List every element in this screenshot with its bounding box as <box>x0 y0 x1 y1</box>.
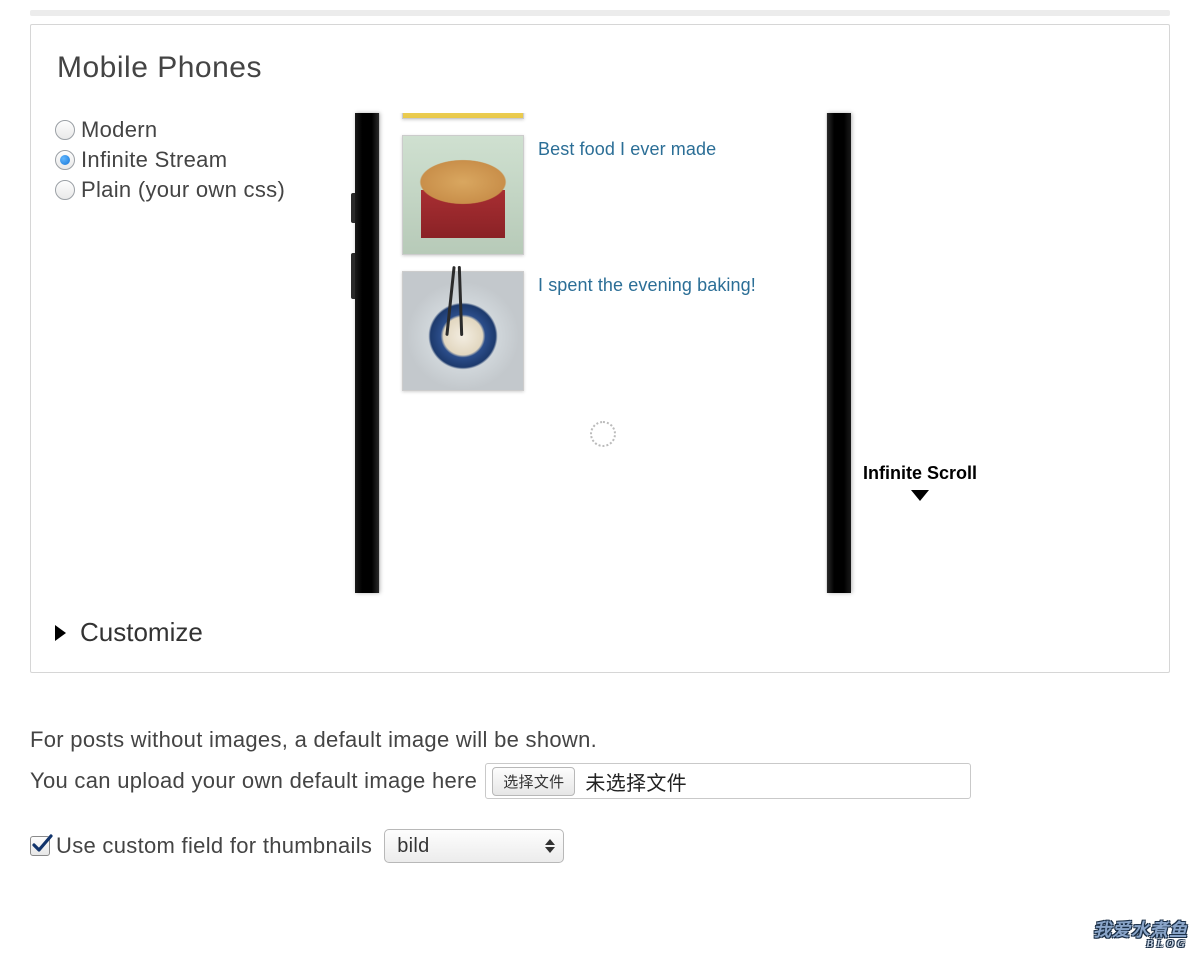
loading-spinner-icon <box>590 421 616 447</box>
expand-right-icon <box>55 625 66 641</box>
file-status-text: 未选择文件 <box>585 767 687 796</box>
post-thumbnail <box>402 113 524 119</box>
custom-field-select[interactable]: bild <box>384 829 564 863</box>
theme-option-modern[interactable]: Modern <box>55 117 355 143</box>
theme-option-infinite-stream[interactable]: Infinite Stream <box>55 147 355 173</box>
checkmark-icon <box>31 834 53 856</box>
post-thumbnail <box>402 271 524 391</box>
choose-file-button[interactable]: 选择文件 <box>492 767 575 796</box>
customize-toggle[interactable]: Customize <box>55 617 1145 648</box>
watermark-line1: 我爱水煮鱼 <box>1093 920 1188 940</box>
down-arrow-icon <box>911 490 929 501</box>
feed-item: I spent the evening baking! <box>402 271 804 391</box>
radio-icon <box>55 150 75 170</box>
infinite-scroll-callout: Infinite Scroll <box>863 463 977 501</box>
section-title: Mobile Phones <box>57 51 1145 85</box>
custom-field-checkbox-label: Use custom field for thumbnails <box>56 833 372 859</box>
default-image-file-input[interactable]: 选择文件 未选择文件 <box>485 763 971 799</box>
select-stepper-icon <box>545 839 555 853</box>
custom-field-select-value: bild <box>397 835 429 858</box>
mobile-phones-panel: Mobile Phones Modern Infinite Stream Pla… <box>30 24 1170 673</box>
default-image-info-text: For posts without images, a default imag… <box>30 727 597 753</box>
phone-preview: Best food I ever made I spent the evenin… <box>355 113 851 593</box>
theme-radio-group: Modern Infinite Stream Plain (your own c… <box>55 113 355 207</box>
theme-option-label: Plain (your own css) <box>81 177 285 203</box>
watermark-line2: BLOG <box>1093 939 1188 950</box>
watermark: 我爱水煮鱼 BLOG <box>1093 921 1188 950</box>
radio-icon <box>55 120 75 140</box>
phone-edge-right <box>827 113 851 593</box>
radio-icon <box>55 180 75 200</box>
post-title: I spent the evening baking! <box>538 271 756 296</box>
phone-edge-left <box>355 113 379 593</box>
custom-field-checkbox[interactable] <box>30 836 50 856</box>
top-divider <box>30 10 1170 16</box>
feed-item: Best food I ever made <box>402 135 804 255</box>
feed-item <box>402 113 804 119</box>
post-title: Best food I ever made <box>538 135 716 160</box>
theme-option-label: Infinite Stream <box>81 147 227 173</box>
post-thumbnail <box>402 135 524 255</box>
default-image-upload-label: You can upload your own default image he… <box>30 768 477 794</box>
theme-option-plain[interactable]: Plain (your own css) <box>55 177 355 203</box>
theme-option-label: Modern <box>81 117 157 143</box>
phone-screen: Best food I ever made I spent the evenin… <box>379 113 827 593</box>
infinite-scroll-label: Infinite Scroll <box>863 463 977 484</box>
customize-label: Customize <box>80 617 203 648</box>
